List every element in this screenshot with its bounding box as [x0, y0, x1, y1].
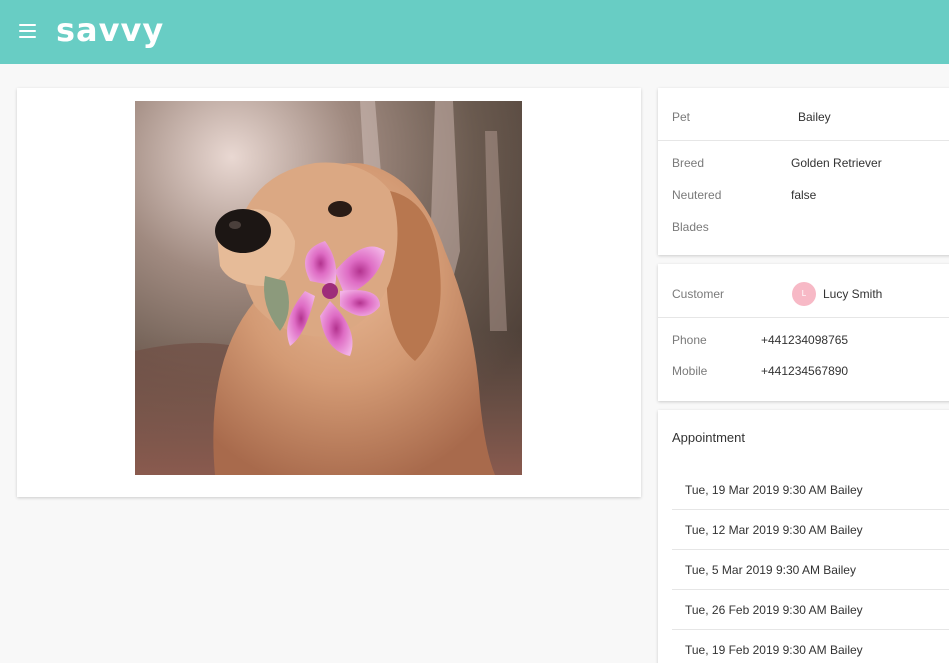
appointments-title: Appointment: [672, 430, 745, 445]
blades-row: Blades: [658, 217, 949, 237]
menu-icon[interactable]: [17, 22, 39, 40]
appointment-item[interactable]: Tue, 19 Mar 2019 9:30 AM Bailey: [672, 470, 949, 510]
customer-avatar: L: [792, 282, 816, 306]
mobile-value[interactable]: +441234567890: [761, 361, 848, 381]
pet-photo-card: [17, 88, 641, 497]
customer-label: Customer: [672, 287, 725, 301]
appointments-card: Appointment Tue, 19 Mar 2019 9:30 AM Bai…: [658, 410, 949, 663]
divider: [658, 317, 949, 318]
neutered-row: Neutered false: [658, 185, 949, 205]
top-app-bar: savvy: [0, 0, 949, 64]
phone-value[interactable]: +441234098765: [761, 330, 848, 350]
phone-label: Phone: [672, 333, 707, 347]
blades-label: Blades: [672, 220, 709, 234]
mobile-row: Mobile +441234567890: [658, 361, 949, 381]
neutered-value: false: [791, 188, 817, 202]
breed-value: Golden Retriever: [791, 156, 882, 170]
pet-photo: [135, 101, 522, 475]
pet-name-row: Pet Bailey: [658, 107, 949, 127]
neutered-label: Neutered: [672, 188, 722, 202]
appointment-item[interactable]: Tue, 5 Mar 2019 9:30 AM Bailey: [672, 550, 949, 590]
appointment-item[interactable]: Tue, 26 Feb 2019 9:30 AM Bailey: [672, 590, 949, 630]
mobile-label: Mobile: [672, 364, 708, 378]
app-logo[interactable]: savvy: [56, 10, 164, 50]
pet-name-value: Bailey: [798, 110, 831, 124]
breed-row: Breed Golden Retriever: [658, 153, 949, 173]
appointment-item[interactable]: Tue, 19 Feb 2019 9:30 AM Bailey: [672, 630, 949, 663]
pet-details-card: Pet Bailey Breed Golden Retriever Neuter…: [658, 88, 949, 255]
customer-name-wrap: Lucy Smith: [823, 284, 949, 304]
pet-name-label: Pet: [672, 110, 691, 124]
appointment-item[interactable]: Tue, 12 Mar 2019 9:30 AM Bailey: [672, 510, 949, 550]
breed-label: Breed: [672, 156, 705, 170]
phone-row: Phone +441234098765: [658, 330, 949, 350]
customer-name[interactable]: Lucy Smith: [823, 284, 882, 304]
customer-details-card: Customer L Lucy Smith Phone +44123409876…: [658, 264, 949, 401]
divider: [658, 140, 949, 141]
